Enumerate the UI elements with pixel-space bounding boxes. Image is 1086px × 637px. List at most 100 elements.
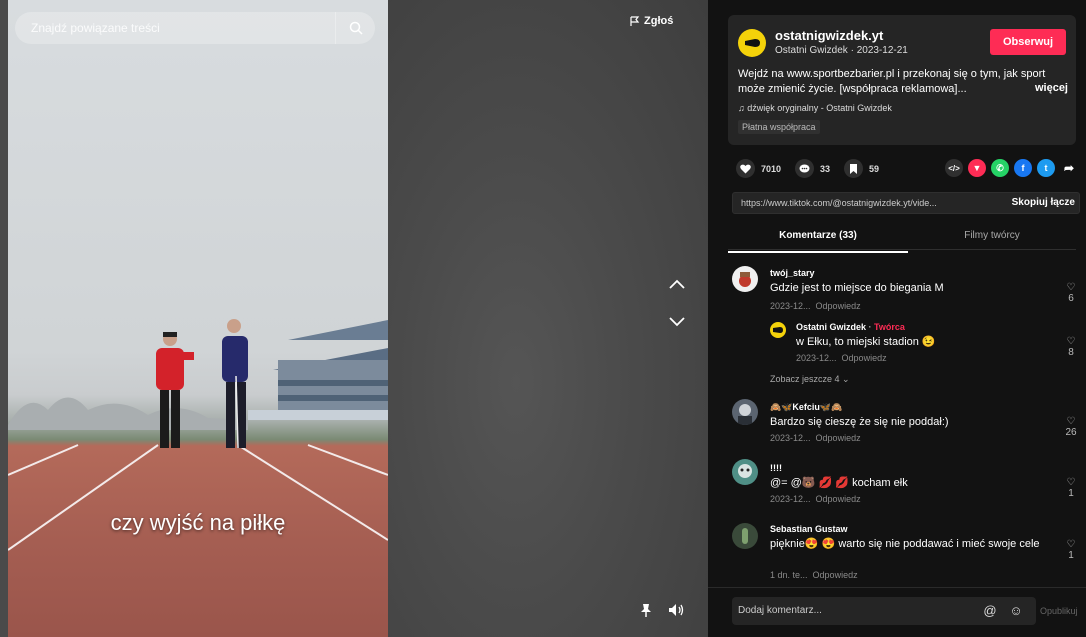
reply-link[interactable]: Odpowiedz <box>842 353 887 363</box>
creator-badge: Twórca <box>874 322 905 332</box>
comment-like[interactable]: ♡ 26 <box>1064 416 1078 438</box>
comment-text: @= @🐻 💋 💋 kocham ełk <box>770 477 908 489</box>
avatar[interactable] <box>732 459 758 485</box>
comment-meta: 2023-12... Odpowiedz <box>770 433 861 443</box>
comment-like[interactable]: ♡ 1 <box>1064 539 1078 561</box>
comment-like-count: 8 <box>1068 347 1074 358</box>
engagement-bar: 7010 33 59 <box>736 159 879 178</box>
comment-placeholder: Dodaj komentarz... <box>738 605 822 616</box>
tab-comments[interactable]: Komentarze (33) <box>728 230 908 253</box>
avatar[interactable] <box>770 322 786 338</box>
next-video-button[interactable] <box>664 309 690 335</box>
comment-text: w Ełku, to miejski stadion 😉 <box>796 336 936 348</box>
view-more-label: Zobacz jeszcze 4 <box>770 374 840 384</box>
comment-text: pięknie😍 😍 warto się nie poddawać i mieć… <box>770 538 1040 550</box>
floating-player-button[interactable] <box>636 600 656 620</box>
whatsapp-icon[interactable]: ✆ <box>991 159 1009 177</box>
comment-date: 2023-12... <box>770 301 811 311</box>
heart-outline-icon: ♡ <box>1066 477 1076 488</box>
comment-meta: 1 dn. te... Odpowiedz <box>770 570 858 580</box>
send-to-friend-icon[interactable]: ▼ <box>968 159 986 177</box>
save-button[interactable] <box>844 159 864 178</box>
author-username[interactable]: ostatnigwizdek.yt <box>775 28 883 43</box>
tab-creator-videos[interactable]: Filmy twórcy <box>908 230 1076 241</box>
music-note-icon: ♫ <box>738 103 748 113</box>
comment-date: 2023-12... <box>796 353 837 363</box>
follow-button[interactable]: Obserwuj <box>990 29 1066 55</box>
reply-link[interactable]: Odpowiedz <box>813 570 858 580</box>
heart-outline-icon: ♡ <box>1066 282 1076 293</box>
view-more-replies[interactable]: Zobacz jeszcze 4 ⌄ <box>770 374 850 385</box>
comment-meta: 2023-12... Odpowiedz <box>796 353 887 363</box>
volume-button[interactable] <box>666 600 686 620</box>
author-avatar[interactable] <box>738 29 766 57</box>
paid-partnership-badge: Płatna współpraca <box>738 120 820 134</box>
speaker-icon <box>669 604 684 616</box>
twitter-icon[interactable]: t <box>1037 159 1055 177</box>
avatar-photo-icon <box>742 528 748 544</box>
emoji-icon[interactable]: ☺ <box>1008 602 1024 618</box>
like-button[interactable] <box>736 159 755 178</box>
comment-composer: Dodaj komentarz... @ ☺ Opublikuj <box>708 587 1086 637</box>
reply-link[interactable]: Odpowiedz <box>816 301 861 311</box>
runner-red-jacket <box>156 332 194 448</box>
related-search-input[interactable]: Znajdź powiązane treści <box>15 12 375 44</box>
avatar-character-icon <box>738 464 752 478</box>
embed-code-icon[interactable]: </> <box>945 159 963 177</box>
show-more-link[interactable]: więcej <box>1035 82 1068 94</box>
author-subline: Ostatni Gwizdek · 2023-12-21 <box>775 45 908 56</box>
facebook-icon[interactable]: f <box>1014 159 1032 177</box>
video-area: czy wyjść na piłkę Znajdź powiązane treś… <box>0 0 708 637</box>
chevron-down-icon <box>669 317 685 327</box>
avatar[interactable] <box>732 399 758 425</box>
bookmark-icon <box>850 163 858 174</box>
flag-icon <box>630 16 640 26</box>
comment-count: 33 <box>820 163 831 174</box>
avatar[interactable] <box>732 523 758 549</box>
reply-link[interactable]: Odpowiedz <box>816 433 861 443</box>
previous-video-button[interactable] <box>664 271 690 297</box>
comment-author[interactable]: Sebastian Gustaw <box>770 524 848 534</box>
comments-list[interactable]: twój_stary Gdzie jest to miejsce do bieg… <box>708 252 1086 587</box>
comment-like[interactable]: ♡ 1 <box>1064 477 1078 499</box>
comment-like-count: 1 <box>1068 488 1074 499</box>
video-player[interactable]: czy wyjść na piłkę <box>8 0 388 637</box>
avatar[interactable] <box>732 266 758 292</box>
chevron-up-icon <box>669 279 685 289</box>
post-comment-button[interactable]: Opublikuj <box>1040 606 1078 616</box>
save-count: 59 <box>869 163 880 174</box>
pin-icon <box>641 604 651 617</box>
chevron-down-icon: ⌄ <box>842 374 850 384</box>
video-description: Wejdź na www.sportbezbarier.pl i przekon… <box>738 68 1046 95</box>
copy-link-button[interactable]: Skopiuj łącze <box>1012 197 1075 208</box>
whistle-logo-icon <box>773 327 783 333</box>
share-more-icon[interactable]: ➦ <box>1060 159 1078 177</box>
reply-link[interactable]: Odpowiedz <box>816 494 861 504</box>
comment-author[interactable]: 🙈🦋Kefciu🦋🙈 <box>770 402 842 413</box>
reply-author[interactable]: Ostatni Gwizdek · Twórca <box>796 322 905 332</box>
heart-outline-icon: ♡ <box>1066 416 1076 427</box>
comment-author[interactable]: !!!! <box>770 463 782 473</box>
app-root: czy wyjść na piłkę Znajdź powiązane treś… <box>0 0 1086 637</box>
comment-button[interactable] <box>795 159 815 178</box>
report-button[interactable]: Zgłoś <box>630 15 673 27</box>
music-link[interactable]: ♫ dźwięk oryginalny - Ostatni Gwizdek <box>738 103 892 113</box>
heart-icon <box>740 164 751 173</box>
comment-meta: 2023-12... Odpowiedz <box>770 301 861 311</box>
treeline-graphic <box>8 397 248 430</box>
comment-date: 2023-12... <box>770 494 811 504</box>
comment-like-count: 26 <box>1065 427 1077 438</box>
comment-author[interactable]: twój_stary <box>770 268 815 278</box>
report-label: Zgłoś <box>644 15 674 27</box>
mention-icon[interactable]: @ <box>982 602 998 618</box>
comment-like[interactable]: ♡ 8 <box>1064 336 1078 358</box>
search-icon[interactable] <box>335 12 375 44</box>
whistle-logo-icon <box>745 39 760 47</box>
comment-input[interactable]: Dodaj komentarz... @ ☺ <box>732 597 1036 625</box>
comment-date: 2023-12... <box>770 433 811 443</box>
comment-bubble-icon <box>799 164 810 172</box>
comment-like[interactable]: ♡ 6 <box>1064 282 1078 304</box>
share-link-text[interactable]: https://www.tiktok.com/@ostatnigwizdek.y… <box>741 198 991 208</box>
comment-date: 1 dn. te... <box>770 570 808 580</box>
music-title: dźwięk oryginalny - Ostatni Gwizdek <box>747 103 892 113</box>
